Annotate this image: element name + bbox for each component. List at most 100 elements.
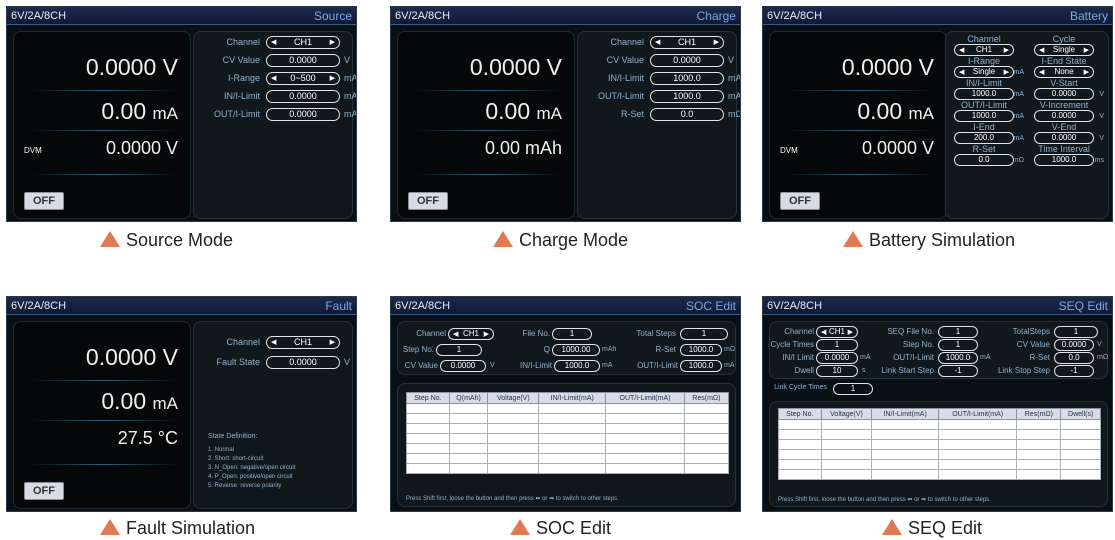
in-limit-field[interactable]: 0.0000: [816, 352, 858, 364]
in-limit-field[interactable]: 1000.0: [554, 360, 600, 372]
table-row[interactable]: [778, 419, 1101, 430]
v-increment-field[interactable]: 0.0000 V: [1034, 110, 1104, 122]
in-limit-field[interactable]: 0.0000: [266, 90, 340, 103]
dwell-field[interactable]: 10: [816, 365, 858, 377]
r-set-field[interactable]: 0.0: [650, 108, 724, 121]
table-row[interactable]: [406, 453, 730, 464]
r-set-field[interactable]: 1000.0: [680, 344, 722, 356]
output-off-button[interactable]: OFF: [408, 192, 448, 210]
channel-selector[interactable]: ◀ CH1 ▶: [266, 336, 340, 349]
fault-state-field[interactable]: 0.0000: [266, 356, 340, 369]
table-row[interactable]: [778, 429, 1101, 440]
total-steps-field[interactable]: 1: [1054, 326, 1098, 338]
channel-selector[interactable]: ◀ CH1 ▶: [954, 44, 1014, 56]
arrow-left-icon[interactable]: ◀: [271, 337, 276, 348]
link-start-field[interactable]: -1: [938, 365, 978, 377]
arrow-left-icon[interactable]: ◀: [959, 45, 964, 56]
cv-value-field[interactable]: 0.0000: [1054, 339, 1094, 351]
out-limit-field[interactable]: 1000.0 mA: [954, 110, 1024, 122]
total-steps-field[interactable]: 1: [680, 328, 728, 340]
in-limit-field[interactable]: 1000.0 mA: [954, 88, 1024, 100]
out-limit-row[interactable]: OUT/I-Limit 1000.0 mA: [578, 90, 740, 104]
q-field[interactable]: 1000.00: [552, 344, 600, 356]
channel-row[interactable]: Channel ◀ CH1 ▶: [578, 36, 736, 50]
channel-selector[interactable]: ◀ CH1 ▶: [650, 36, 724, 49]
r-set-field[interactable]: 0.0 mΩ: [954, 154, 1024, 166]
link-cycle-field[interactable]: 1: [833, 383, 873, 395]
field-value: 0~500: [290, 73, 316, 83]
arrow-right-icon[interactable]: ▶: [330, 37, 335, 48]
output-off-button[interactable]: OFF: [24, 482, 64, 500]
in-limit-row[interactable]: IN/I-Limit 0.0000 mA: [194, 90, 356, 104]
arrow-right-icon[interactable]: ▶: [484, 329, 489, 340]
i-range-row[interactable]: I-Range ◀ 0~500 ▶ mA: [194, 72, 356, 86]
in-limit-field[interactable]: 1000.0: [650, 72, 724, 85]
cv-value-field[interactable]: 0.0000: [266, 54, 340, 67]
cv-value-row[interactable]: CV Value 0.0000 V: [194, 54, 352, 68]
arrow-right-icon[interactable]: ▶: [848, 327, 853, 338]
table-body[interactable]: [406, 403, 730, 474]
table-row[interactable]: [406, 423, 730, 434]
step-no-field[interactable]: 1: [938, 339, 978, 351]
arrow-right-icon[interactable]: ▶: [1084, 45, 1089, 56]
cv-value-row[interactable]: CV Value 0.0000 V: [578, 54, 736, 68]
table-row[interactable]: [406, 443, 730, 454]
arrow-left-icon[interactable]: ◀: [1039, 45, 1044, 56]
table-row[interactable]: [778, 439, 1101, 450]
fault-state-row[interactable]: Fault State 0.0000 V: [194, 356, 352, 370]
channel-row[interactable]: Channel ◀ CH1 ▶: [194, 36, 352, 50]
arrow-left-icon[interactable]: ◀: [821, 327, 826, 338]
out-limit-field[interactable]: 0.0000: [266, 108, 340, 121]
in-limit-row[interactable]: IN/I-Limit 1000.0 mA: [578, 72, 740, 86]
arrow-left-icon[interactable]: ◀: [1039, 67, 1044, 78]
arrow-left-icon[interactable]: ◀: [655, 37, 660, 48]
arrow-right-icon[interactable]: ▶: [1004, 67, 1009, 78]
file-no-field[interactable]: 1: [552, 328, 592, 340]
arrow-left-icon[interactable]: ◀: [271, 73, 276, 84]
channel-row[interactable]: Channel ◀ CH1 ▶: [194, 336, 352, 350]
cycle-selector[interactable]: ◀ Single ▶: [1034, 44, 1094, 56]
channel-selector[interactable]: ◀ CH1 ▶: [816, 326, 858, 338]
arrow-right-icon[interactable]: ▶: [714, 37, 719, 48]
arrow-left-icon[interactable]: ◀: [453, 329, 458, 340]
steps-table[interactable]: Step No. Voltage(V) IN/I-Limit(mA) OUT/I…: [778, 408, 1101, 480]
table-row[interactable]: [778, 459, 1101, 470]
time-interval-field[interactable]: 1000.0 ms: [1034, 154, 1104, 166]
cv-value-field[interactable]: 0.0000: [650, 54, 724, 67]
out-limit-field[interactable]: 1000.0: [650, 90, 724, 103]
cycle-times-field[interactable]: 1: [816, 339, 858, 351]
r-set-row[interactable]: R-Set 0.0 mΩ: [578, 108, 740, 122]
cv-value-field[interactable]: 0.0000: [440, 360, 486, 372]
arrow-left-icon[interactable]: ◀: [271, 37, 276, 48]
channel-selector[interactable]: ◀ CH1 ▶: [448, 328, 494, 340]
table-row[interactable]: [778, 449, 1101, 460]
r-set-field[interactable]: 0.0: [1054, 352, 1094, 364]
out-limit-field[interactable]: 1000.0: [938, 352, 978, 364]
out-limit-field[interactable]: 1000.0: [680, 360, 722, 372]
output-off-button[interactable]: OFF: [24, 192, 64, 210]
v-start-field[interactable]: 0.0000 V: [1034, 88, 1104, 100]
output-off-button[interactable]: OFF: [780, 192, 820, 210]
table-body[interactable]: [778, 419, 1101, 480]
arrow-left-icon[interactable]: ◀: [959, 67, 964, 78]
link-stop-field[interactable]: -1: [1054, 365, 1094, 377]
v-end-field[interactable]: 0.0000 V: [1034, 132, 1104, 144]
arrow-right-icon[interactable]: ▶: [330, 73, 335, 84]
i-end-state-selector[interactable]: ◀ None ▶: [1034, 66, 1094, 78]
step-no-field[interactable]: 1: [436, 344, 482, 356]
steps-table[interactable]: Step No. Q(mAh) Voltage(V) IN/I-Limit(mA…: [406, 392, 730, 474]
table-row[interactable]: [406, 433, 730, 444]
table-row[interactable]: [406, 413, 730, 424]
i-range-selector[interactable]: ◀ Single ▶ mA: [954, 66, 1024, 78]
table-row[interactable]: [406, 463, 730, 474]
out-limit-row[interactable]: OUT/I-Limit 0.0000 mA: [194, 108, 356, 122]
table-row[interactable]: [406, 403, 730, 414]
arrow-right-icon[interactable]: ▶: [1004, 45, 1009, 56]
i-end-field[interactable]: 200.0 mA: [954, 132, 1024, 144]
arrow-right-icon[interactable]: ▶: [330, 337, 335, 348]
table-row[interactable]: [778, 469, 1101, 480]
arrow-right-icon[interactable]: ▶: [1084, 67, 1089, 78]
channel-selector[interactable]: ◀ CH1 ▶: [266, 36, 340, 49]
seq-file-no-field[interactable]: 1: [938, 326, 978, 338]
i-range-selector[interactable]: ◀ 0~500 ▶: [266, 72, 340, 85]
